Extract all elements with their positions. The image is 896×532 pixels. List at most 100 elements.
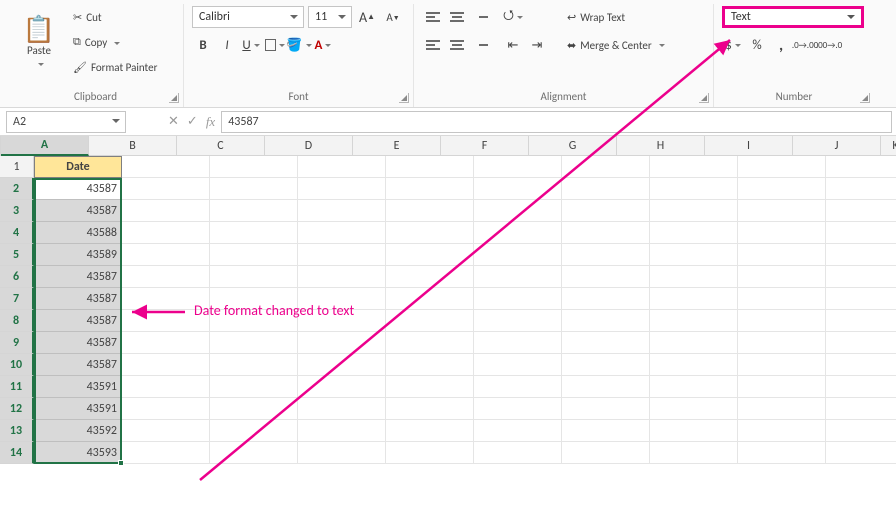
align-center-button[interactable] <box>446 34 468 56</box>
cell[interactable] <box>210 420 298 442</box>
cell[interactable] <box>122 442 210 464</box>
cell[interactable] <box>386 310 474 332</box>
cell[interactable] <box>386 442 474 464</box>
header-cell[interactable]: Date <box>34 156 122 178</box>
cell[interactable]: 43592 <box>34 420 122 442</box>
cell[interactable] <box>562 288 650 310</box>
cell[interactable] <box>650 222 738 244</box>
cell[interactable] <box>474 266 562 288</box>
cut-button[interactable]: ✂ Cut <box>68 6 162 28</box>
cell[interactable] <box>122 354 210 376</box>
cell[interactable] <box>474 244 562 266</box>
decrease-indent-button[interactable]: ⇤ <box>502 34 524 56</box>
cell[interactable] <box>298 442 386 464</box>
cell[interactable]: 43591 <box>34 398 122 420</box>
merge-center-button[interactable]: ⬌ Merge & Center <box>562 34 670 56</box>
cell[interactable] <box>738 398 826 420</box>
dialog-launcher-icon[interactable] <box>860 93 870 103</box>
cell[interactable] <box>826 200 896 222</box>
enter-formula-button[interactable]: ✓ <box>187 114 198 129</box>
column-header[interactable]: C <box>177 136 265 156</box>
cell[interactable] <box>826 354 896 376</box>
cell[interactable] <box>474 178 562 200</box>
cell[interactable]: 43588 <box>34 222 122 244</box>
cell[interactable] <box>562 200 650 222</box>
fill-handle[interactable] <box>118 460 124 466</box>
cell[interactable] <box>738 332 826 354</box>
number-format-combo[interactable]: Text <box>722 6 864 28</box>
cell[interactable] <box>210 244 298 266</box>
cell[interactable] <box>562 354 650 376</box>
cell[interactable] <box>562 442 650 464</box>
cell[interactable] <box>298 266 386 288</box>
cell[interactable] <box>122 332 210 354</box>
cell[interactable]: 43587 <box>34 266 122 288</box>
paste-button[interactable]: 📋 Paste <box>16 6 62 80</box>
cell[interactable] <box>298 310 386 332</box>
cell[interactable] <box>386 376 474 398</box>
row-header[interactable]: 9 <box>0 332 34 354</box>
cell[interactable] <box>210 288 298 310</box>
cell[interactable] <box>650 266 738 288</box>
cell[interactable] <box>122 244 210 266</box>
insert-function-button[interactable]: fx <box>206 114 215 130</box>
cell[interactable] <box>562 420 650 442</box>
align-right-button[interactable] <box>470 34 492 56</box>
cell[interactable]: 43593 <box>34 442 122 464</box>
italic-button[interactable]: I <box>216 34 238 56</box>
wrap-text-button[interactable]: ↩ Wrap Text <box>562 6 670 28</box>
cell[interactable] <box>298 156 386 178</box>
cell[interactable]: 43587 <box>34 178 122 200</box>
cell[interactable] <box>826 156 896 178</box>
cell[interactable] <box>650 398 738 420</box>
column-header[interactable]: E <box>353 136 441 156</box>
align-middle-button[interactable] <box>446 6 468 28</box>
cell[interactable] <box>210 332 298 354</box>
cell[interactable] <box>298 376 386 398</box>
cell[interactable] <box>738 288 826 310</box>
copy-button[interactable]: ⧉ Copy <box>68 31 162 53</box>
cell[interactable] <box>826 178 896 200</box>
cell[interactable] <box>738 420 826 442</box>
column-header[interactable]: F <box>441 136 529 156</box>
cell[interactable] <box>386 266 474 288</box>
cell[interactable] <box>386 222 474 244</box>
decrease-decimal-button[interactable]: .00→.0 <box>818 34 840 56</box>
row-header[interactable]: 10 <box>0 354 34 376</box>
cell[interactable] <box>738 178 826 200</box>
name-box[interactable]: A2 <box>6 111 126 133</box>
cell[interactable] <box>122 288 210 310</box>
cell[interactable] <box>474 354 562 376</box>
cell[interactable] <box>650 178 738 200</box>
dialog-launcher-icon[interactable] <box>399 93 409 103</box>
cell[interactable] <box>122 310 210 332</box>
cell[interactable] <box>298 354 386 376</box>
cell[interactable] <box>474 376 562 398</box>
cell[interactable] <box>122 420 210 442</box>
cell[interactable] <box>298 398 386 420</box>
borders-button[interactable] <box>264 34 286 56</box>
cell[interactable] <box>210 266 298 288</box>
cell[interactable] <box>562 244 650 266</box>
cell[interactable]: 43587 <box>34 288 122 310</box>
cancel-formula-button[interactable]: ✕ <box>168 114 179 129</box>
cell[interactable] <box>210 178 298 200</box>
cell[interactable] <box>210 398 298 420</box>
cell[interactable] <box>474 420 562 442</box>
cell[interactable] <box>122 266 210 288</box>
cell[interactable] <box>122 178 210 200</box>
cell[interactable] <box>826 266 896 288</box>
comma-format-button[interactable]: , <box>770 34 792 56</box>
cell[interactable] <box>738 354 826 376</box>
row-header[interactable]: 7 <box>0 288 34 310</box>
column-header[interactable]: J <box>793 136 881 156</box>
fill-color-button[interactable]: 🪣 <box>288 34 310 56</box>
format-painter-button[interactable]: 🖌 Format Painter <box>68 56 162 78</box>
cell[interactable] <box>650 244 738 266</box>
row-header[interactable]: 5 <box>0 244 34 266</box>
cell[interactable]: 43587 <box>34 310 122 332</box>
underline-button[interactable]: U <box>240 34 262 56</box>
cell[interactable]: 43591 <box>34 376 122 398</box>
row-header[interactable]: 8 <box>0 310 34 332</box>
cell[interactable] <box>386 398 474 420</box>
